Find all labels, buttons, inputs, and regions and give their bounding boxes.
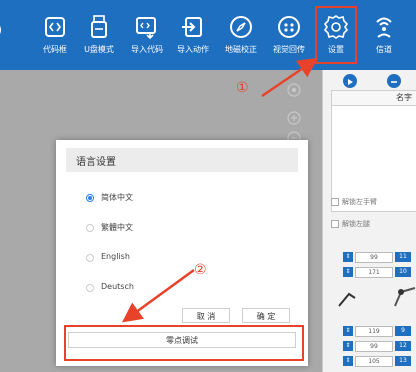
import-action-icon [182, 17, 202, 37]
toolbar-import-action-button[interactable]: 导入动作 [166, 12, 220, 64]
radio-selected-icon [86, 194, 94, 202]
servo-row-11[interactable]: ⇕ 99 11 [343, 252, 416, 263]
unlock-left-arm-checkbox[interactable]: 解锁左手臂 [331, 197, 377, 207]
radio-icon [86, 284, 94, 292]
unlock-left-leg-label: 解锁左腿 [342, 220, 370, 228]
vision-icon [278, 16, 300, 38]
servo-index: 9 [395, 326, 411, 336]
cancel-button[interactable]: 取 消 [182, 308, 230, 323]
stepper-icon[interactable]: ⇕ [343, 267, 353, 277]
usb-icon [91, 15, 107, 38]
toolbar-compass-label: 地磁校正 [225, 45, 257, 54]
servo-row-9[interactable]: ⇕ 119 9 [343, 326, 416, 337]
checkbox-box [331, 220, 339, 228]
unlock-left-leg-checkbox[interactable]: 解锁左腿 [331, 219, 370, 229]
radio-icon [86, 254, 94, 262]
remove-button[interactable] [387, 74, 401, 88]
code-icon [45, 17, 65, 37]
play-button[interactable] [343, 74, 357, 88]
radio-label: 简体中文 [101, 193, 133, 202]
servo-row-13[interactable]: ⇕ 105 13 [343, 356, 416, 367]
minus-icon [391, 81, 397, 83]
toolbar-channel-button[interactable]: 信道 [357, 12, 411, 64]
servo-row-12[interactable]: ⇕ 99 12 [343, 341, 416, 352]
servo-index: 12 [395, 341, 411, 351]
servo-index: 13 [395, 356, 411, 366]
toolbar-vision-button[interactable]: 视觉回传 [262, 12, 316, 64]
checkbox-box [331, 198, 339, 206]
toolbar-import-action-label: 导入动作 [177, 45, 209, 54]
radio-icon [86, 224, 94, 232]
toolbar-usb-label: U盘模式 [84, 45, 114, 54]
servo-index: 10 [395, 267, 411, 277]
name-column-header: 名字 [396, 93, 412, 102]
toolbar-usb-button[interactable]: U盘模式 [72, 12, 126, 64]
toolbar-channel-label: 信道 [376, 45, 392, 54]
toolbar-vision-label: 视觉回传 [273, 45, 305, 54]
servo-value[interactable]: 119 [355, 326, 393, 337]
radio-label: English [101, 252, 130, 261]
stepper-icon[interactable]: ⇕ [343, 341, 353, 351]
partial-toolbar-icon [0, 25, 1, 35]
target-icon[interactable] [286, 82, 302, 98]
servo-value[interactable]: 99 [355, 252, 393, 263]
radio-label: 繁體中文 [101, 223, 133, 232]
import-code-icon [136, 17, 156, 40]
radio-label: Deutsch [101, 282, 134, 291]
confirm-button[interactable]: 确 定 [242, 308, 290, 323]
servo-index: 11 [395, 252, 411, 262]
play-icon [348, 79, 353, 85]
stepper-icon[interactable]: ⇕ [343, 252, 353, 262]
servo-value[interactable]: 99 [355, 341, 393, 352]
servo-value[interactable]: 171 [355, 267, 393, 278]
action-list-table[interactable]: 名字 [331, 90, 416, 212]
stepper-icon[interactable]: ⇕ [343, 356, 353, 366]
zero-debug-highlight-box [64, 325, 304, 361]
unlock-left-arm-label: 解锁左手臂 [342, 198, 377, 206]
settings-highlight-box [315, 6, 357, 64]
table-header: 名字 [332, 91, 416, 106]
annotation-marker-2: ② [194, 262, 207, 278]
toolbar-compass-button[interactable]: 地磁校正 [214, 12, 268, 64]
zoom-in-icon[interactable] [286, 110, 302, 126]
stepper-icon[interactable]: ⇕ [343, 326, 353, 336]
annotation-marker-1: ① [236, 80, 249, 96]
dialog-title: 语言设置 [76, 157, 116, 168]
servo-row-10[interactable]: ⇕ 171 10 [343, 267, 416, 278]
dialog-header: 语言设置 [66, 148, 298, 172]
compass-icon [230, 16, 252, 38]
signal-icon [376, 17, 392, 38]
robot-arm-icon [338, 287, 416, 307]
right-panel: 名字 解锁左手臂 解锁左腿 ⇕ 99 11 ⇕ 171 10 ⇕ 119 9 ⇕… [322, 70, 416, 372]
servo-value[interactable]: 105 [355, 356, 393, 367]
